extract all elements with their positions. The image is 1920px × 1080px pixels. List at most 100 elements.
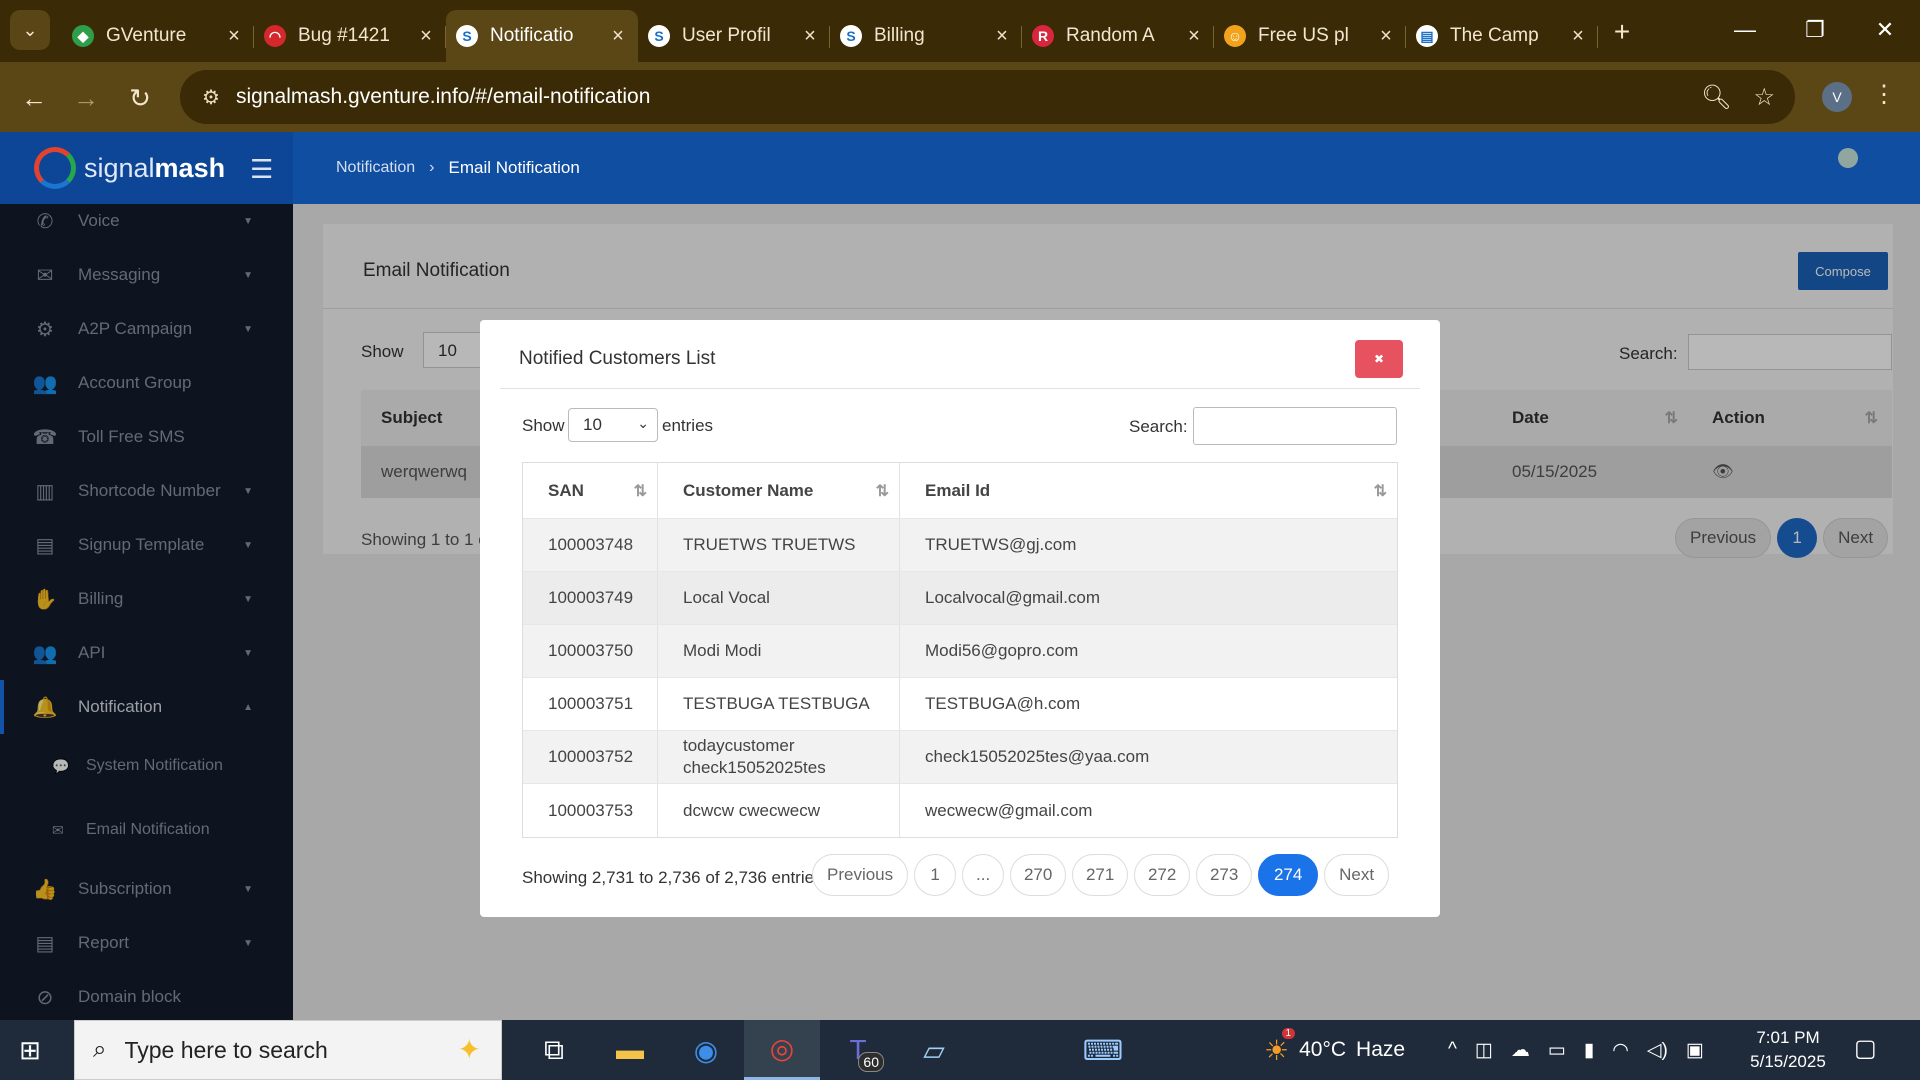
logo-text: signalmash	[84, 152, 226, 183]
minimize-button[interactable]: —	[1710, 0, 1780, 60]
copilot-sparkle-icon: ✦	[457, 1034, 481, 1065]
browser-tab[interactable]: S User Profil ×	[638, 14, 830, 58]
tab-label: Billing	[874, 25, 925, 46]
display-icon[interactable]: ▣	[1686, 1039, 1704, 1062]
profile-avatar[interactable]: V	[1822, 82, 1852, 112]
tab-close-icon[interactable]: ×	[1568, 25, 1588, 48]
cell-customer-name: dcwcw cwecwecw	[658, 784, 900, 837]
page-button[interactable]: 272	[1134, 854, 1191, 896]
modal-search-input[interactable]	[1193, 407, 1397, 445]
browser-tab-bar: ⌄ ◆ GVenture × ◠ Bug #1421 × S Notificatio × S Use…	[0, 0, 1920, 62]
tab-close-icon[interactable]: ×	[800, 25, 820, 48]
weather-widget[interactable]: ☀ 1 40°C Haze	[1264, 1020, 1405, 1080]
browser-tab[interactable]: ☺ Free US pl ×	[1214, 14, 1406, 58]
browser-tab[interactable]: R Random A ×	[1022, 14, 1214, 58]
entries-select[interactable]: 10 ⌄	[568, 408, 658, 442]
table-row: 100003752 todaycustomer check15052025tes c…	[523, 731, 1397, 784]
tab-favicon-icon: ▤	[1416, 25, 1438, 47]
new-tab-button[interactable]: +	[1602, 10, 1642, 54]
chrome-icon[interactable]: ◎	[744, 1020, 820, 1080]
file-explorer-icon[interactable]: ▬	[592, 1020, 668, 1080]
entries-select-value: 10	[583, 415, 602, 434]
browser-tab[interactable]: ▤ The Camp ×	[1406, 14, 1598, 58]
reload-button[interactable]: ↻	[120, 78, 160, 118]
column-san[interactable]: SAN ⇅	[523, 463, 658, 518]
chevron-up-icon[interactable]: ^	[1448, 1039, 1457, 1061]
cell-san: 100003752	[523, 731, 658, 783]
close-icon: ✖	[1373, 352, 1385, 366]
tab-label: Free US pl	[1258, 25, 1349, 46]
hamburger-menu-icon[interactable]: ☰	[250, 154, 273, 185]
weather-badge: 1	[1281, 1027, 1296, 1039]
tab-favicon-icon: R	[1032, 25, 1054, 47]
volume-icon[interactable]: ◁)	[1647, 1039, 1668, 1062]
teams-icon[interactable]: T 60	[820, 1020, 896, 1080]
url-text[interactable]: signalmash.gventure.info/#/email-notific…	[236, 85, 650, 109]
entries-label: entries	[662, 416, 714, 435]
battery-icon[interactable]: ▭	[1548, 1039, 1566, 1062]
notification-center-icon[interactable]: ▢	[1854, 1034, 1877, 1063]
show-label: Show	[522, 416, 565, 435]
taskbar-search[interactable]: ⌕ Type here to search ✦	[74, 1020, 502, 1080]
page-button[interactable]: 270	[1010, 854, 1067, 896]
forward-button[interactable]: →	[66, 78, 106, 118]
restore-button[interactable]: ❐	[1780, 0, 1850, 60]
table-body: 100003748 TRUETWS TRUETWS TRUETWS@gj.com 10…	[523, 519, 1397, 837]
teams-badge: 60	[858, 1052, 884, 1072]
cell-san: 100003748	[523, 519, 658, 571]
page-button[interactable]: 273	[1196, 854, 1253, 896]
tab-search-dropdown[interactable]: ⌄	[10, 10, 50, 50]
site-info-icon[interactable]: ⚙	[186, 85, 236, 110]
page-button[interactable]: 274	[1258, 854, 1319, 896]
sort-icon: ⇅	[633, 482, 647, 500]
browser-tab[interactable]: ◠ Bug #1421 ×	[254, 14, 446, 58]
column-email-id[interactable]: Email Id ⇅	[900, 463, 1397, 518]
back-button[interactable]: ←	[14, 78, 54, 118]
breadcrumb: Notification › Email Notification	[336, 158, 580, 178]
browser-tab[interactable]: ◆ GVenture ×	[62, 14, 254, 58]
table-row: 100003750 Modi Modi Modi56@gopro.com	[523, 625, 1397, 678]
table-header: SAN ⇅ Customer Name ⇅ Email Id ⇅	[523, 463, 1397, 519]
bookmark-star-icon[interactable]: ☆	[1753, 83, 1775, 112]
page-button[interactable]: 1	[914, 854, 957, 896]
windows-start-icon[interactable]: ⊞	[14, 1034, 46, 1066]
tab-label: Random A	[1066, 25, 1155, 46]
microphone-icon[interactable]: ▮	[1584, 1039, 1594, 1062]
cell-customer-name: TRUETWS TRUETWS	[658, 519, 900, 571]
breadcrumb-notification[interactable]: Notification	[336, 159, 415, 177]
tab-label: The Camp	[1450, 25, 1539, 46]
tab-close-icon[interactable]: ×	[416, 25, 436, 48]
tab-favicon-icon: S	[840, 25, 862, 47]
task-view-icon[interactable]: ⧉	[516, 1020, 592, 1080]
zoom-icon[interactable]: 🔍︎	[1701, 83, 1731, 112]
tab-label: User Profil	[682, 25, 771, 46]
camera-icon[interactable]: ◫	[1475, 1039, 1493, 1062]
browser-tab[interactable]: S Billing ×	[830, 14, 1022, 58]
previous-button[interactable]: Previous	[812, 854, 909, 896]
browser-menu-icon[interactable]: ⋮	[1872, 80, 1896, 109]
cell-email: TESTBUGA@h.com	[925, 694, 1081, 713]
column-customer-name[interactable]: Customer Name ⇅	[658, 463, 900, 518]
pagination-ellipsis[interactable]: ...	[962, 854, 1005, 896]
tab-close-icon[interactable]: ×	[224, 25, 244, 48]
wifi-icon[interactable]: ◠	[1612, 1039, 1629, 1062]
thunderbird-icon[interactable]: ◉	[668, 1020, 744, 1080]
modal-close-button[interactable]: ✖	[1355, 340, 1403, 378]
notepad-icon[interactable]: ▱	[896, 1020, 972, 1080]
touch-keyboard-icon[interactable]: ⌨	[1080, 1030, 1126, 1070]
clock[interactable]: 7:01 PM 5/15/2025	[1740, 1026, 1836, 1074]
table-row: 100003753 dcwcw cwecwecw wecwecw@gmail.com	[523, 784, 1397, 837]
cell-customer-name: todaycustomer check15052025tes	[658, 731, 900, 783]
close-window-button[interactable]: ✕	[1850, 0, 1920, 60]
page-button[interactable]: 271	[1072, 854, 1129, 896]
tab-close-icon[interactable]: ×	[1184, 25, 1204, 48]
next-button[interactable]: Next	[1324, 854, 1390, 896]
tab-close-icon[interactable]: ×	[1376, 25, 1396, 48]
tab-close-icon[interactable]: ×	[992, 25, 1012, 48]
user-avatar[interactable]	[1838, 148, 1858, 168]
onedrive-icon[interactable]: ☁	[1511, 1039, 1530, 1062]
table-row: 100003749 Local Vocal Localvocal@gmail.com	[523, 572, 1397, 625]
tab-close-icon[interactable]: ×	[608, 25, 628, 48]
omnibox[interactable]: ⚙ signalmash.gventure.info/#/email-notif…	[180, 70, 1795, 124]
browser-tab[interactable]: S Notificatio ×	[446, 10, 638, 62]
